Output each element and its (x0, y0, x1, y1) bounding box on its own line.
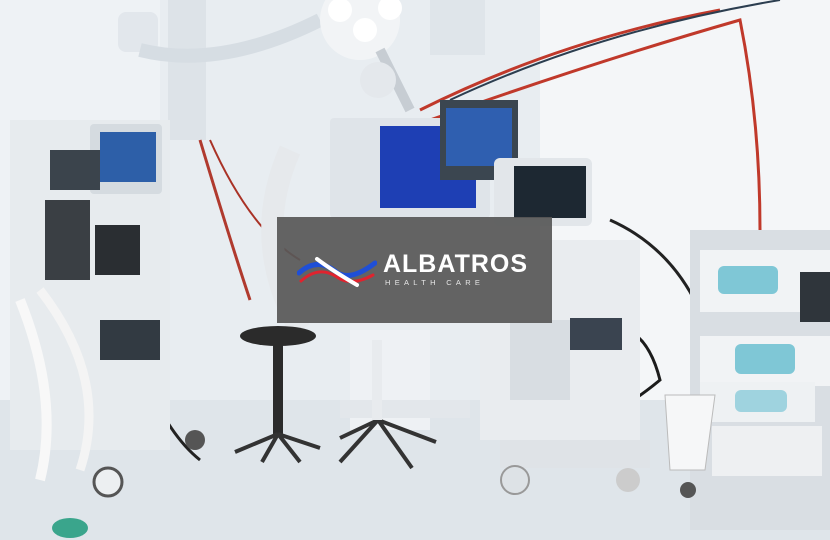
brand-name: ALBATROS (382, 250, 529, 278)
brand-logo-card: ALBATROS HEALTH CARE (277, 217, 552, 323)
brand-text: ALBATROS HEALTH CARE (383, 251, 528, 289)
brand-logo: ALBATROS HEALTH CARE (296, 251, 528, 289)
hero-banner: ALBATROS HEALTH CARE (0, 0, 830, 540)
brand-subtitle: HEALTH CARE (384, 278, 485, 287)
albatros-wave-logo-icon (296, 257, 377, 287)
